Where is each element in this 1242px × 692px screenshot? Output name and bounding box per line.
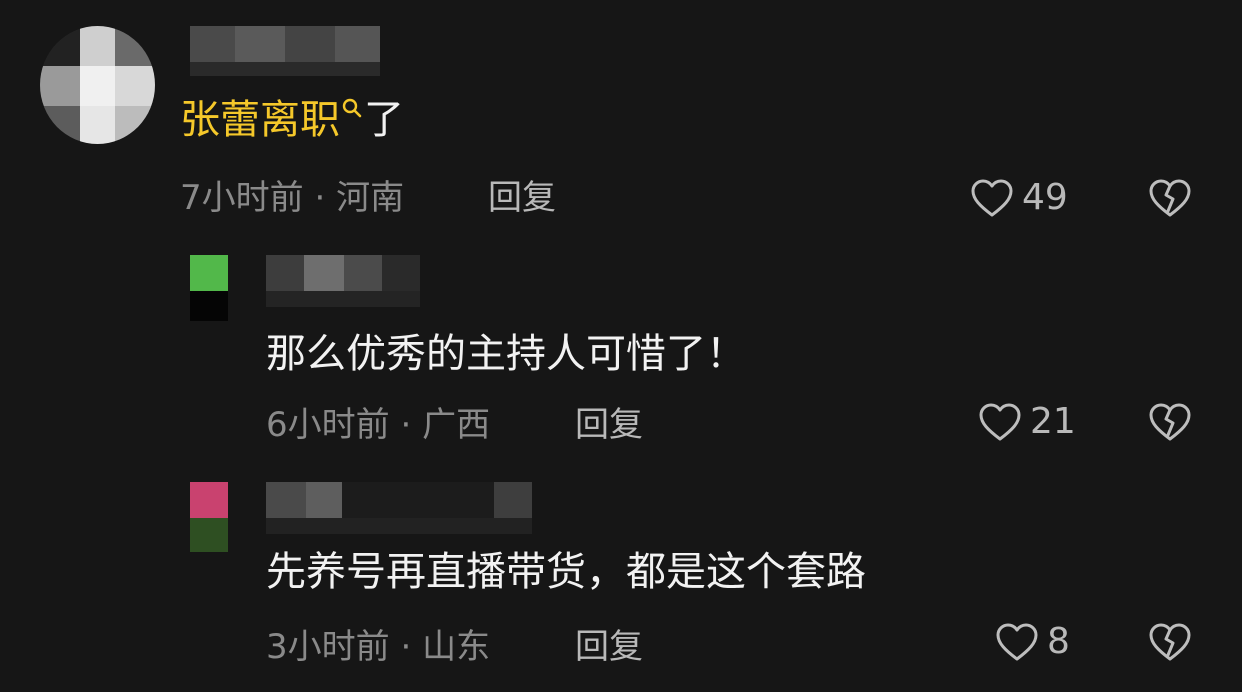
username-blurred[interactable] (190, 26, 380, 76)
avatar[interactable] (40, 26, 155, 144)
meta-separator: · (400, 405, 412, 445)
like-button[interactable]: 8 (995, 622, 1070, 662)
username-blurred[interactable] (266, 255, 420, 307)
timestamp: 6小时前 (266, 405, 390, 445)
heart-icon (978, 402, 1022, 442)
heart-icon (995, 622, 1039, 662)
comment-text-rest: 了 (364, 97, 404, 143)
comment-text: 那么优秀的主持人可惜了！ (266, 331, 746, 377)
highlight-keyword[interactable]: 张蕾离职 (180, 97, 340, 143)
like-button[interactable]: 21 (978, 402, 1076, 442)
like-count: 49 (1022, 177, 1068, 218)
broken-heart-icon[interactable] (1148, 622, 1192, 662)
reply-button[interactable]: 回复 (575, 405, 643, 445)
timestamp: 3小时前 (266, 627, 390, 667)
search-icon[interactable] (342, 98, 362, 120)
meta-separator: · (400, 627, 412, 667)
comment-text: 张蕾离职了 (180, 96, 404, 144)
comment-meta: 7小时前 · 河南 (180, 178, 404, 218)
like-count: 8 (1047, 621, 1070, 662)
comment-text: 先养号再直播带货，都是这个套路 (266, 549, 866, 595)
broken-heart-icon[interactable] (1148, 178, 1192, 218)
like-button[interactable]: 49 (970, 178, 1068, 218)
comment-meta: 3小时前 · 山东 (266, 627, 490, 667)
broken-heart-icon[interactable] (1148, 402, 1192, 442)
avatar[interactable] (190, 482, 228, 552)
avatar[interactable] (190, 255, 228, 321)
reply-button[interactable]: 回复 (488, 178, 556, 218)
username-blurred[interactable] (266, 482, 532, 534)
like-count: 21 (1030, 401, 1076, 442)
reply-button[interactable]: 回复 (575, 627, 643, 667)
location: 广西 (422, 405, 491, 445)
location: 山东 (422, 627, 491, 667)
comment-meta: 6小时前 · 广西 (266, 405, 490, 445)
timestamp: 7小时前 (180, 178, 304, 218)
heart-icon (970, 178, 1014, 218)
meta-separator: · (314, 178, 326, 218)
location: 河南 (336, 178, 405, 218)
